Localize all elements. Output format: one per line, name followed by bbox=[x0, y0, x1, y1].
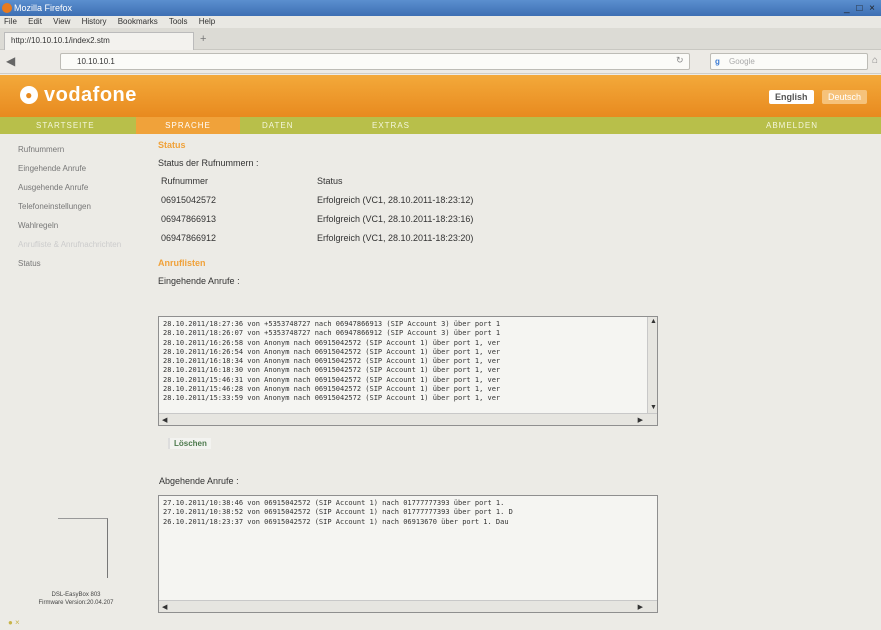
vodafone-logo: ● vodafone bbox=[20, 84, 137, 107]
sidebar-item-rufnummern[interactable]: Rufnummern bbox=[18, 145, 148, 154]
scroll-left-icon[interactable]: ◀ bbox=[162, 603, 167, 611]
main-nav: STARTSEITE SPRACHE DATEN EXTRAS ABMELDEN bbox=[0, 117, 881, 134]
incoming-log-text: 28.10.2011/18:27:36 von +5353748727 nach… bbox=[163, 320, 501, 403]
table-row: 06915042572 Erfolgreich (VC1, 28.10.2011… bbox=[158, 195, 473, 214]
decorative-divider bbox=[58, 518, 108, 578]
column-header-status: Status bbox=[317, 176, 343, 186]
menu-view[interactable]: View bbox=[53, 17, 70, 26]
outgoing-calls-label: Abgehende Anrufe : bbox=[159, 476, 239, 486]
number-cell: 06947866913 bbox=[161, 214, 217, 224]
calls-section-title: Anruflisten bbox=[158, 258, 206, 268]
vertical-scrollbar[interactable]: ▲ ▼ bbox=[647, 317, 657, 425]
sidebar-item-telefoneinstellungen[interactable]: Telefoneinstellungen bbox=[18, 202, 148, 211]
status-cell: Erfolgreich (VC1, 28.10.2011-18:23:16) bbox=[317, 214, 474, 224]
browser-tab[interactable]: http://10.10.10.1/index2.stm bbox=[4, 32, 194, 50]
back-arrow-icon[interactable]: ◀ bbox=[6, 54, 15, 68]
firefox-icon bbox=[2, 3, 12, 13]
status-section-title: Status bbox=[158, 140, 186, 150]
outgoing-calls-log[interactable]: 27.10.2011/10:38:46 von 06915042572 (SIP… bbox=[158, 495, 658, 613]
window-title: Mozilla Firefox bbox=[14, 3, 73, 13]
sidebar-item-eingehende-anrufe[interactable]: Eingehende Anrufe bbox=[18, 164, 148, 173]
router-header: ● vodafone English Deutsch bbox=[0, 75, 881, 117]
incoming-calls-label: Eingehende Anrufe : bbox=[158, 276, 240, 286]
search-placeholder: Google bbox=[729, 57, 755, 66]
status-cell: Erfolgreich (VC1, 28.10.2011-18:23:12) bbox=[317, 195, 474, 205]
horizontal-scrollbar[interactable]: ◀ ▶ bbox=[159, 413, 657, 425]
table-row: 06947866913 Erfolgreich (VC1, 28.10.2011… bbox=[158, 214, 473, 233]
brand-name: vodafone bbox=[44, 84, 137, 106]
column-header-rufnummer: Rufnummer bbox=[161, 176, 209, 186]
device-name: DSL-EasyBox 803 bbox=[51, 592, 101, 598]
menu-bookmarks[interactable]: Bookmarks bbox=[118, 17, 158, 26]
menu-tools[interactable]: Tools bbox=[169, 17, 188, 26]
scroll-up-icon[interactable]: ▲ bbox=[650, 318, 657, 325]
tab-bar: http://10.10.10.1/index2.stm + bbox=[0, 28, 881, 50]
nav-abmelden[interactable]: ABMELDEN bbox=[766, 117, 818, 134]
menu-file[interactable]: File bbox=[4, 17, 17, 26]
navigation-toolbar: ◀ 10.10.10.1 ↻ g Google ⌂ bbox=[0, 50, 881, 74]
numbers-table: Rufnummer Status 06915042572 Erfolgreich… bbox=[158, 176, 473, 252]
sidebar-item-status[interactable]: Status bbox=[18, 259, 148, 268]
vodafone-logo-icon: ● bbox=[20, 86, 38, 104]
reload-icon[interactable]: ↻ bbox=[676, 55, 684, 66]
google-search-icon: g bbox=[715, 57, 720, 66]
sidebar-item-ausgehende-anrufe[interactable]: Ausgehende Anrufe bbox=[18, 183, 148, 192]
firmware-version: Firmware Version:20.04.207 bbox=[38, 600, 114, 606]
horizontal-scrollbar[interactable]: ◀ ▶ bbox=[159, 600, 657, 612]
status-cell: Erfolgreich (VC1, 28.10.2011-18:23:20) bbox=[317, 233, 474, 243]
device-info: DSL-EasyBox 803 Firmware Version:20.04.2… bbox=[20, 591, 132, 607]
browser-status-icon: ● × bbox=[8, 618, 20, 627]
url-bar[interactable]: 10.10.10.1 bbox=[60, 53, 690, 70]
number-cell: 06947866912 bbox=[161, 233, 217, 243]
home-icon[interactable]: ⌂ bbox=[872, 55, 878, 66]
scroll-down-icon[interactable]: ▼ bbox=[650, 404, 657, 411]
delete-button[interactable]: Löschen bbox=[168, 438, 211, 449]
scroll-left-icon[interactable]: ◀ bbox=[162, 416, 167, 424]
window-title-bar: Mozilla Firefox _ □ × bbox=[0, 0, 881, 16]
menu-help[interactable]: Help bbox=[199, 17, 215, 26]
search-input[interactable]: g Google bbox=[710, 53, 868, 70]
status-subtitle: Status der Rufnummern : bbox=[158, 158, 259, 168]
table-row: 06947866912 Erfolgreich (VC1, 28.10.2011… bbox=[158, 233, 473, 252]
new-tab-button[interactable]: + bbox=[200, 33, 206, 45]
incoming-calls-log[interactable]: 28.10.2011/18:27:36 von +5353748727 nach… bbox=[158, 316, 658, 426]
table-header-row: Rufnummer Status bbox=[158, 176, 473, 195]
lang-english-button[interactable]: English bbox=[769, 90, 814, 104]
language-switch: English Deutsch bbox=[765, 87, 867, 105]
menu-edit[interactable]: Edit bbox=[28, 17, 42, 26]
scroll-right-icon[interactable]: ▶ bbox=[638, 603, 643, 611]
nav-sprache[interactable]: SPRACHE bbox=[136, 117, 240, 134]
window-controls[interactable]: _ □ × bbox=[844, 1, 877, 17]
scroll-right-icon[interactable]: ▶ bbox=[638, 416, 643, 424]
main-content: Status Status der Rufnummern : Rufnummer… bbox=[158, 140, 688, 286]
nav-startseite[interactable]: STARTSEITE bbox=[36, 117, 95, 134]
menu-history[interactable]: History bbox=[82, 17, 107, 26]
outgoing-log-text: 27.10.2011/10:38:46 von 06915042572 (SIP… bbox=[163, 499, 513, 526]
sidebar: Rufnummern Eingehende Anrufe Ausgehende … bbox=[18, 145, 148, 278]
nav-extras[interactable]: EXTRAS bbox=[372, 117, 410, 134]
lang-deutsch-button[interactable]: Deutsch bbox=[821, 90, 867, 104]
number-cell: 06915042572 bbox=[161, 195, 217, 205]
nav-daten[interactable]: DATEN bbox=[262, 117, 294, 134]
sidebar-item-anrufliste: Anrufliste & Anrufnachrichten bbox=[18, 240, 122, 249]
sidebar-item-wahlregeln[interactable]: Wahlregeln bbox=[18, 221, 148, 230]
menu-bar: File Edit View History Bookmarks Tools H… bbox=[0, 16, 881, 28]
